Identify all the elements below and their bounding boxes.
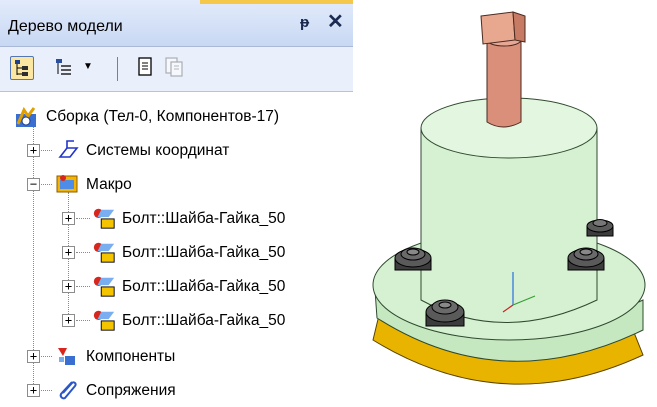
panel-toolbar: ▼ [0, 47, 353, 92]
tree-item-label: Болт::Шайба-Гайка_50 [122, 312, 286, 329]
expand-toggle[interactable]: + [62, 246, 75, 259]
document-copy-icon[interactable] [163, 56, 185, 78]
bolt-macro-icon [93, 208, 115, 229]
tree-item-label: Системы координат [86, 142, 230, 159]
tree-item-bolt[interactable]: + Болт::Шайба-Гайка_50 [0, 306, 353, 336]
collapse-toggle[interactable]: − [27, 178, 40, 191]
3d-viewport[interactable] [353, 0, 657, 402]
bolt-back-right [586, 219, 614, 237]
tree-connector [76, 320, 90, 321]
bolt-macro-icon [93, 242, 115, 263]
tree-connector [76, 252, 90, 253]
macro-icon [56, 175, 78, 193]
mates-icon [59, 381, 77, 400]
tree-item-label: Болт::Шайба-Гайка_50 [122, 244, 286, 261]
tree-item-label: Макро [86, 176, 132, 193]
shaft [486, 39, 522, 128]
tree-item-bolt[interactable]: + Болт::Шайба-Гайка_50 [0, 272, 353, 302]
expand-toggle[interactable]: + [27, 384, 40, 397]
tree-structure-icon[interactable] [10, 56, 34, 80]
bolt-right [567, 247, 605, 271]
tree-item-bolt[interactable]: + Болт::Шайба-Гайка_50 [0, 204, 353, 234]
tree-item-coordinate-systems[interactable]: + Системы координат [0, 136, 353, 166]
tree-root[interactable]: Сборка (Тел-0, Компонентов-17) [0, 102, 353, 132]
expand-toggle[interactable]: + [27, 144, 40, 157]
tree-connector [41, 184, 52, 185]
panel-titlebar: Дерево модели ᵽ ✕ [0, 0, 353, 47]
shaft-tip [480, 11, 516, 45]
bolt-left [394, 247, 432, 271]
tree-item-label: Болт::Шайба-Гайка_50 [122, 278, 286, 295]
tree-item-label: Сборка (Тел-0, Компонентов-17) [46, 108, 280, 125]
expand-toggle[interactable]: + [62, 314, 75, 327]
dropdown-arrow-icon[interactable]: ▼ [80, 59, 96, 75]
tree-connector [41, 356, 52, 357]
bolt-macro-icon [93, 276, 115, 297]
tree-connector [76, 218, 90, 219]
expand-toggle[interactable]: + [62, 280, 75, 293]
close-icon[interactable]: ✕ [327, 12, 344, 32]
active-tab-strip [200, 0, 353, 4]
pin-icon[interactable]: ᵽ [300, 14, 309, 31]
components-icon [58, 348, 75, 365]
tree-connector [76, 286, 90, 287]
panel-title: Дерево модели [8, 18, 123, 35]
tree-connector [41, 390, 52, 391]
tree-item-components[interactable]: + Компоненты [0, 342, 353, 372]
coordinate-system-icon [58, 140, 79, 158]
bolt-macro-icon [93, 310, 115, 331]
assembly-icon [16, 106, 36, 127]
tree-item-mates[interactable]: + Сопряжения [0, 376, 353, 402]
tree-item-label: Болт::Шайба-Гайка_50 [122, 210, 286, 227]
expand-toggle[interactable]: + [62, 212, 75, 225]
assembly-3d-model [372, 11, 646, 385]
tree-item-label: Сопряжения [86, 382, 176, 399]
tree-item-bolt[interactable]: + Болт::Шайба-Гайка_50 [0, 238, 353, 268]
expand-toggle[interactable]: + [27, 350, 40, 363]
tree-item-label: Компоненты [86, 348, 176, 365]
document-icon[interactable] [134, 56, 156, 78]
model-tree: Сборка (Тел-0, Компонентов-17) + Системы… [0, 92, 353, 402]
model-tree-panel: Дерево модели ᵽ ✕ ▼ Сборка (Тел-0, Компо… [0, 0, 353, 402]
tree-item-macro[interactable]: − Макро [0, 170, 353, 200]
tree-view-mode-icon[interactable] [53, 56, 75, 78]
toolbar-separator [117, 57, 118, 81]
